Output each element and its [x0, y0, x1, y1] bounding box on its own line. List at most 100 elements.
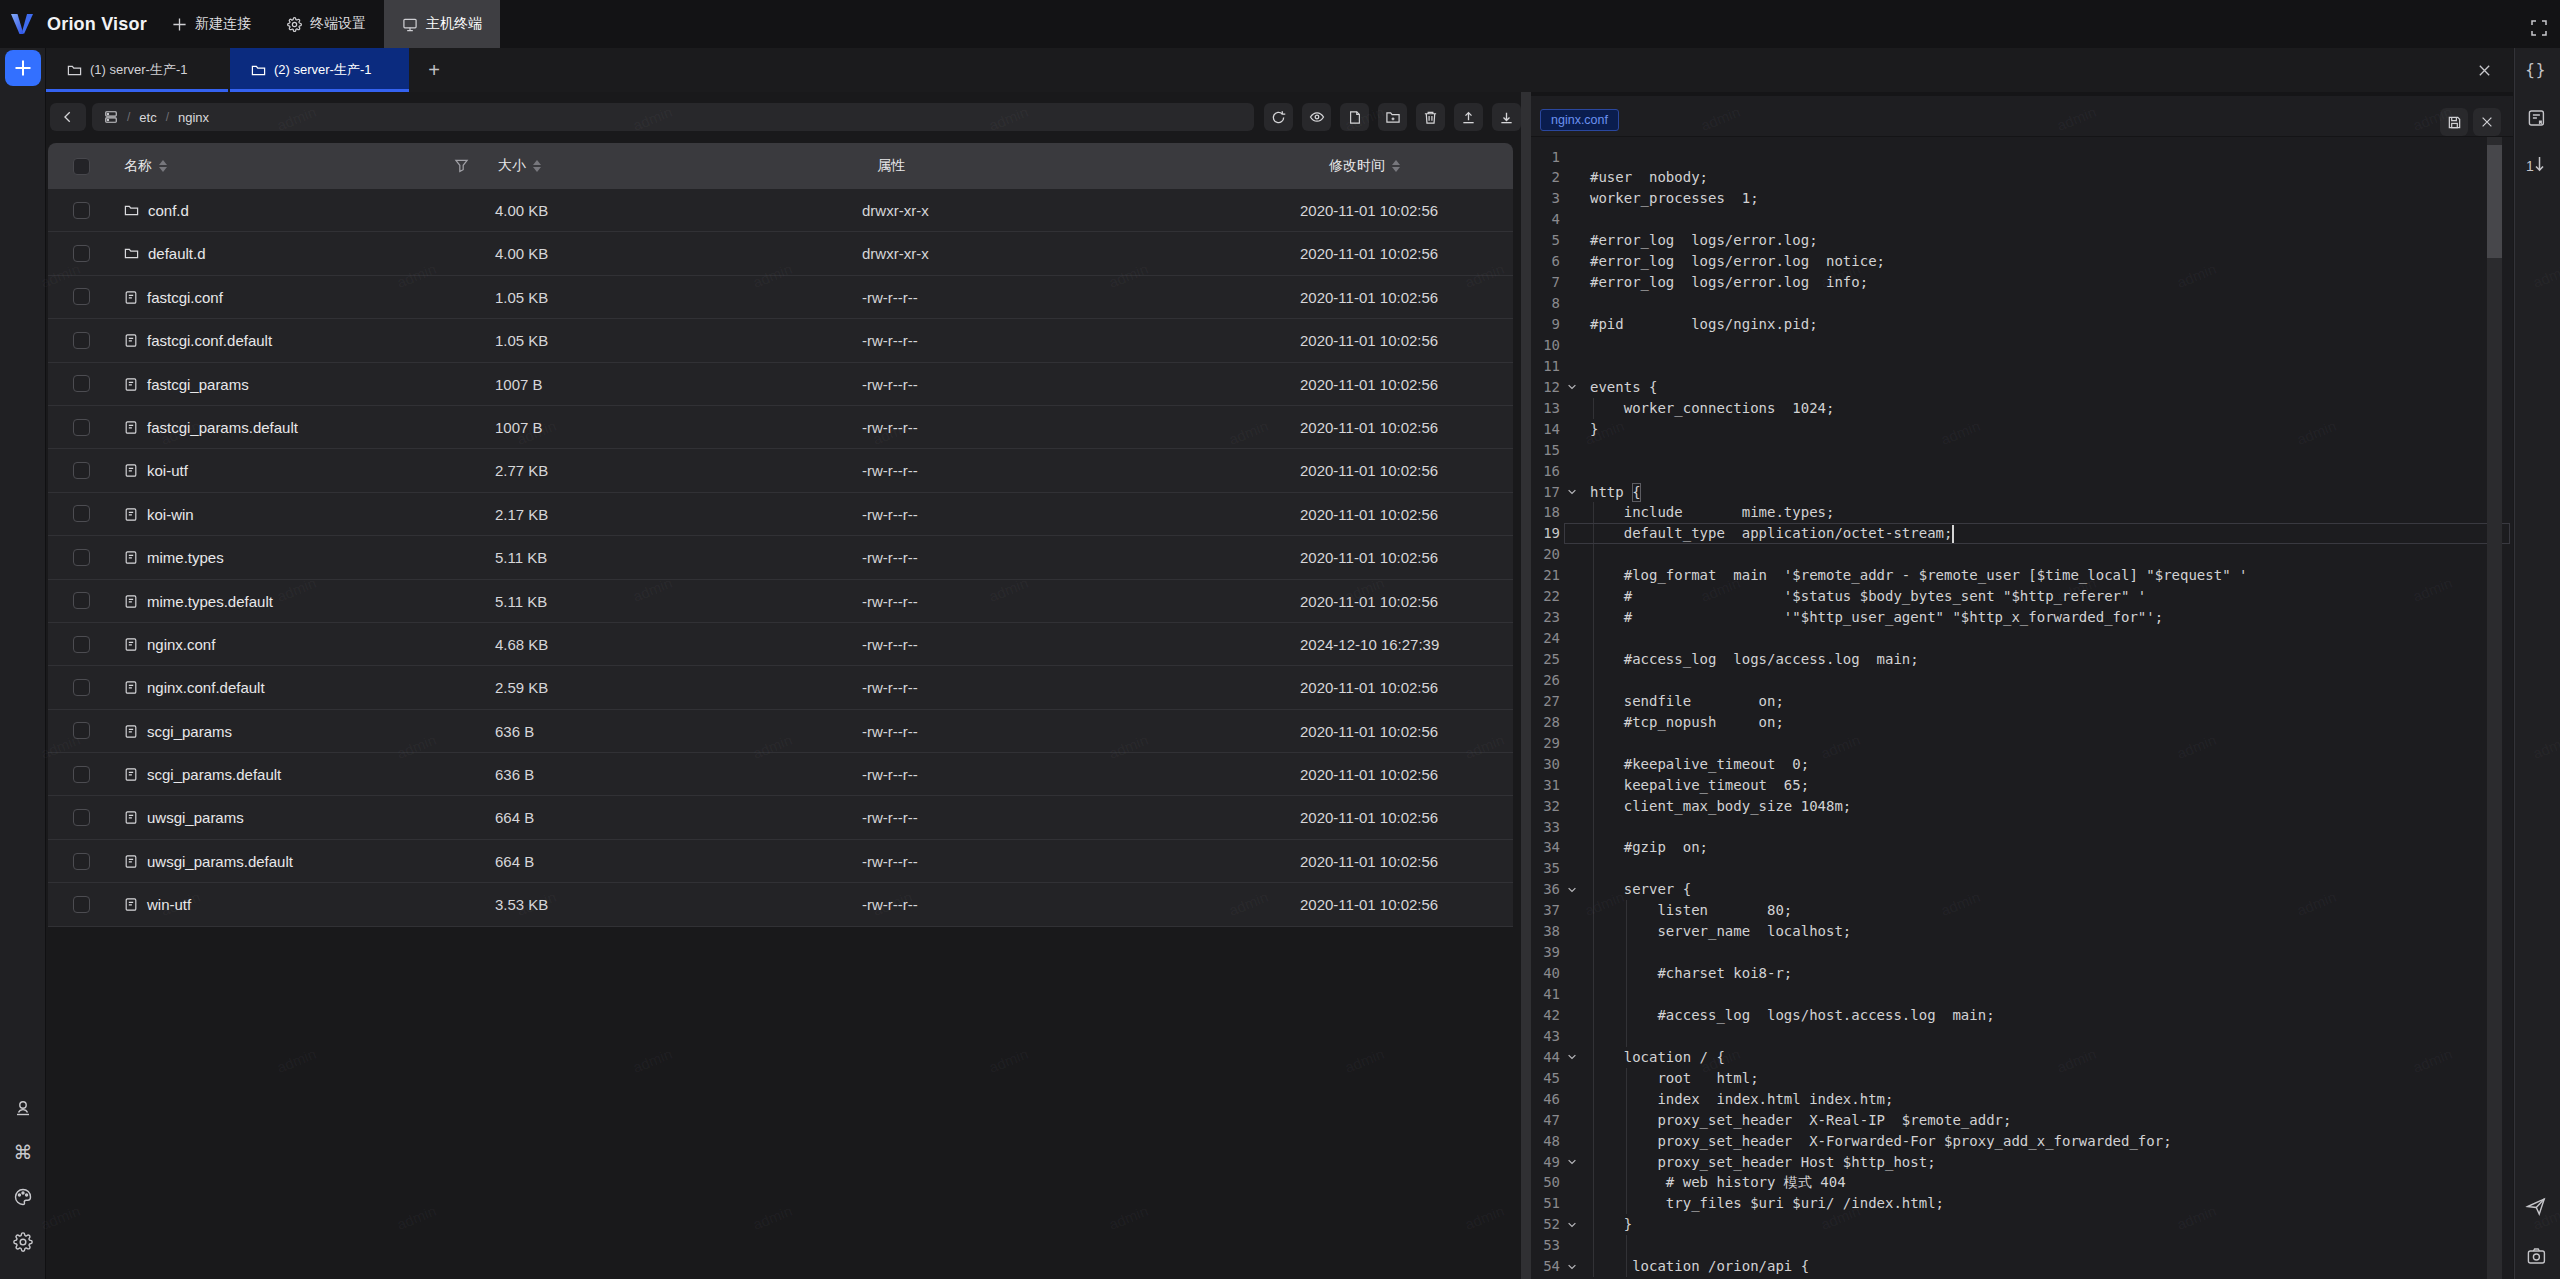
row-checkbox[interactable]: [73, 549, 90, 566]
code-line-10[interactable]: 10: [1531, 335, 2487, 356]
file-name-cell[interactable]: koi-win: [124, 493, 194, 536]
menu-host-terminal[interactable]: 主机终端: [384, 0, 500, 48]
code-line-7[interactable]: 7#error_log logs/error.log info;: [1531, 272, 2487, 293]
sort-icon[interactable]: [159, 160, 167, 172]
code-line-28[interactable]: 28 #tcp_nopush on;: [1531, 712, 2487, 733]
add-tab-button[interactable]: +: [412, 48, 456, 92]
code-line-42[interactable]: 42 #access_log logs/host.access.log main…: [1531, 1005, 2487, 1026]
new-file-button[interactable]: [1340, 103, 1369, 131]
menu-new-connection[interactable]: 新建连接: [154, 0, 269, 48]
code-line-43[interactable]: 43: [1531, 1026, 2487, 1047]
code-line-14[interactable]: 14}: [1531, 419, 2487, 440]
file-row-fastcgi.conf[interactable]: fastcgi.conf1.05 KB-rw-r--r--2020-11-01 …: [48, 276, 1513, 319]
code-line-29[interactable]: 29: [1531, 733, 2487, 754]
file-row-koi-utf[interactable]: koi-utf2.77 KB-rw-r--r--2020-11-01 10:02…: [48, 449, 1513, 492]
code-line-9[interactable]: 9#pid logs/nginx.pid;: [1531, 314, 2487, 335]
file-row-uwsgi_params.default[interactable]: uwsgi_params.default664 B-rw-r--r--2020-…: [48, 840, 1513, 883]
code-line-15[interactable]: 15: [1531, 440, 2487, 461]
code-line-52[interactable]: 52 }: [1531, 1214, 2487, 1235]
code-line-8[interactable]: 8: [1531, 293, 2487, 314]
code-line-25[interactable]: 25 #access_log logs/access.log main;: [1531, 649, 2487, 670]
fold-chevron-icon[interactable]: [1564, 1214, 1580, 1235]
row-checkbox[interactable]: [73, 202, 90, 219]
file-row-fastcgi_params.default[interactable]: fastcgi_params.default1007 B-rw-r--r--20…: [48, 406, 1513, 449]
code-line-44[interactable]: 44 location / {: [1531, 1047, 2487, 1068]
code-editor[interactable]: 12#user nobody;3worker_processes 1;45#er…: [1531, 137, 2513, 1279]
fold-chevron-icon[interactable]: [1564, 1152, 1580, 1173]
fold-chevron-icon[interactable]: [1564, 377, 1580, 398]
sort-lines-icon[interactable]: 1: [2526, 155, 2546, 173]
refresh-button[interactable]: [1264, 103, 1293, 131]
code-line-51[interactable]: 51 try_files $uri $uri/ /index.html;: [1531, 1193, 2487, 1214]
row-checkbox[interactable]: [73, 332, 90, 349]
format-braces-icon[interactable]: {}: [2525, 60, 2546, 79]
code-line-45[interactable]: 45 root html;: [1531, 1068, 2487, 1089]
new-folder-button[interactable]: [1378, 103, 1407, 131]
code-line-24[interactable]: 24: [1531, 628, 2487, 649]
code-line-26[interactable]: 26: [1531, 670, 2487, 691]
code-line-6[interactable]: 6#error_log logs/error.log notice;: [1531, 251, 2487, 272]
code-line-49[interactable]: 49 proxy_set_header Host $http_host;: [1531, 1152, 2487, 1173]
code-line-37[interactable]: 37 listen 80;: [1531, 900, 2487, 921]
user-icon[interactable]: [12, 1097, 34, 1119]
code-line-32[interactable]: 32 client_max_body_size 1048m;: [1531, 796, 2487, 817]
file-name-cell[interactable]: nginx.conf.default: [124, 666, 265, 709]
code-line-36[interactable]: 36 server {: [1531, 879, 2487, 900]
code-line-19[interactable]: 19 default_type application/octet-stream…: [1531, 523, 2487, 544]
column-size[interactable]: 大小: [498, 143, 541, 189]
open-file-tag[interactable]: nginx.conf: [1540, 109, 1619, 131]
close-file-button[interactable]: [2473, 108, 2501, 136]
upload-button[interactable]: [1454, 103, 1483, 131]
code-line-17[interactable]: 17http {: [1531, 482, 2487, 503]
fold-chevron-icon[interactable]: [1564, 482, 1580, 503]
file-name-cell[interactable]: fastcgi_params: [124, 363, 249, 406]
file-row-fastcgi_params[interactable]: fastcgi_params1007 B-rw-r--r--2020-11-01…: [48, 363, 1513, 406]
code-line-27[interactable]: 27 sendfile on;: [1531, 691, 2487, 712]
tab-server-1[interactable]: (1) server-生产-1: [46, 48, 228, 92]
file-name-cell[interactable]: uwsgi_params.default: [124, 840, 293, 883]
row-checkbox[interactable]: [73, 766, 90, 783]
editor-scrollbar[interactable]: [2487, 137, 2502, 1279]
code-line-18[interactable]: 18 include mime.types;: [1531, 502, 2487, 523]
code-line-11[interactable]: 11: [1531, 356, 2487, 377]
code-line-33[interactable]: 33: [1531, 817, 2487, 838]
row-checkbox[interactable]: [73, 853, 90, 870]
file-row-win-utf[interactable]: win-utf3.53 KB-rw-r--r--2020-11-01 10:02…: [48, 883, 1513, 926]
file-name-cell[interactable]: mime.types.default: [124, 580, 273, 623]
send-icon[interactable]: [2525, 1195, 2547, 1217]
file-name-cell[interactable]: win-utf: [124, 883, 191, 926]
code-line-3[interactable]: 3worker_processes 1;: [1531, 188, 2487, 209]
save-file-button[interactable]: [2440, 108, 2468, 136]
new-connection-button[interactable]: [5, 50, 41, 86]
code-line-22[interactable]: 22 # '$status $body_bytes_sent "$http_re…: [1531, 586, 2487, 607]
code-line-2[interactable]: 2#user nobody;: [1531, 167, 2487, 188]
code-line-40[interactable]: 40 #charset koi8-r;: [1531, 963, 2487, 984]
file-name-cell[interactable]: nginx.conf: [124, 623, 215, 666]
row-checkbox[interactable]: [73, 679, 90, 696]
code-line-5[interactable]: 5#error_log logs/error.log;: [1531, 230, 2487, 251]
row-checkbox[interactable]: [73, 245, 90, 262]
file-row-conf.d[interactable]: conf.d4.00 KBdrwxr-xr-x2020-11-01 10:02:…: [48, 189, 1513, 232]
code-line-4[interactable]: 4: [1531, 209, 2487, 230]
fold-chevron-icon[interactable]: [1564, 1256, 1580, 1277]
row-checkbox[interactable]: [73, 636, 90, 653]
row-checkbox[interactable]: [73, 375, 90, 392]
file-name-cell[interactable]: default.d: [124, 232, 206, 275]
code-line-20[interactable]: 20: [1531, 544, 2487, 565]
breadcrumb[interactable]: / etc / nginx: [92, 103, 1254, 131]
file-name-cell[interactable]: fastcgi.conf.default: [124, 319, 272, 362]
fold-chevron-icon[interactable]: [1564, 1047, 1580, 1068]
preview-eye-button[interactable]: [1302, 103, 1331, 131]
close-panel-button[interactable]: [2477, 48, 2492, 92]
code-line-21[interactable]: 21 #log_format main '$remote_addr - $rem…: [1531, 565, 2487, 586]
breadcrumb-nginx[interactable]: nginx: [178, 110, 209, 125]
row-checkbox[interactable]: [73, 419, 90, 436]
row-checkbox[interactable]: [73, 505, 90, 522]
file-row-mime.types[interactable]: mime.types5.11 KB-rw-r--r--2020-11-01 10…: [48, 536, 1513, 579]
row-checkbox[interactable]: [73, 592, 90, 609]
row-checkbox[interactable]: [73, 462, 90, 479]
file-name-cell[interactable]: koi-utf: [124, 449, 188, 492]
menu-terminal-settings[interactable]: 终端设置: [269, 0, 384, 48]
file-row-koi-win[interactable]: koi-win2.17 KB-rw-r--r--2020-11-01 10:02…: [48, 493, 1513, 536]
download-button[interactable]: [1492, 103, 1521, 131]
